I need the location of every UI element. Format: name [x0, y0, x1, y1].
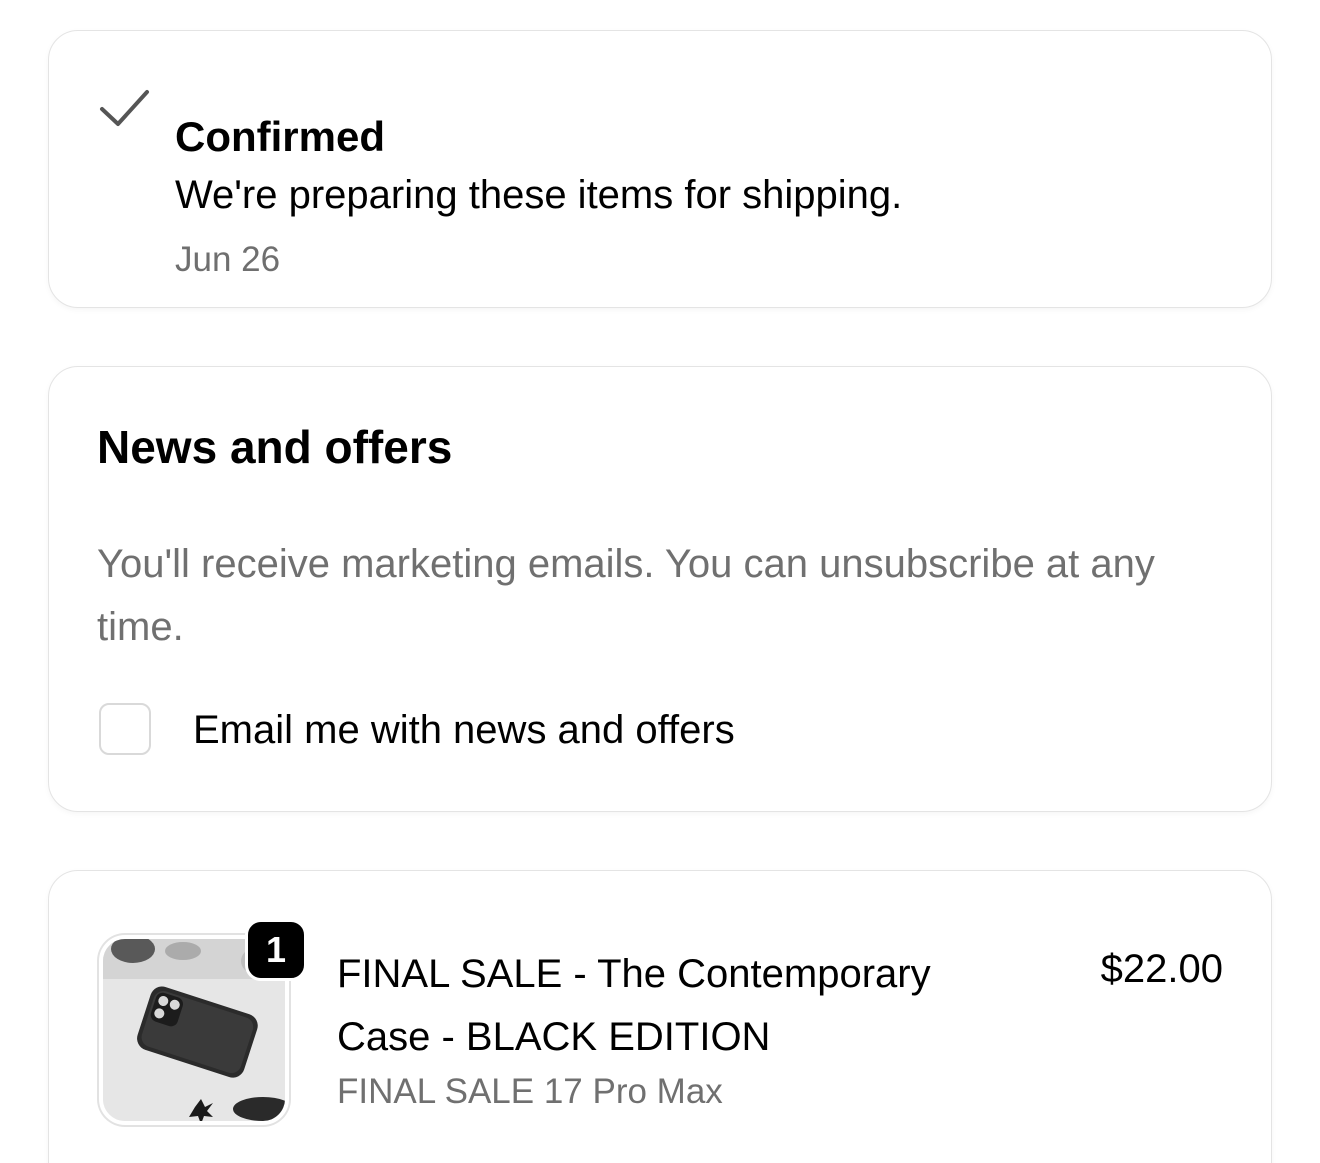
- item-variant: FINAL SALE 17 Pro Max: [337, 1072, 723, 1111]
- status-date: Jun 26: [175, 240, 281, 279]
- quantity-badge: 1: [245, 919, 307, 981]
- email-news-checkbox-label[interactable]: Email me with news and offers: [193, 705, 735, 755]
- item-price: $22.00: [1100, 947, 1223, 991]
- news-description: You'll receive marketing emails. You can…: [97, 542, 1155, 649]
- order-status-card: Confirmed We're preparing these items fo…: [48, 30, 1272, 308]
- order-item-card: 1 FINAL SALE - The Contemporary Case - B…: [48, 870, 1272, 1163]
- status-description: We're preparing these items for shipping…: [175, 173, 903, 217]
- checkmark-icon: [100, 90, 149, 126]
- news-title: News and offers: [97, 421, 453, 473]
- status-title: Confirmed: [175, 113, 385, 160]
- email-news-checkbox[interactable]: [99, 703, 151, 755]
- item-name: FINAL SALE - The Contemporary Case - BLA…: [337, 952, 931, 1059]
- news-offers-card: News and offers You'll receive marketing…: [48, 366, 1272, 812]
- order-status-page: Confirmed We're preparing these items fo…: [0, 0, 1320, 1163]
